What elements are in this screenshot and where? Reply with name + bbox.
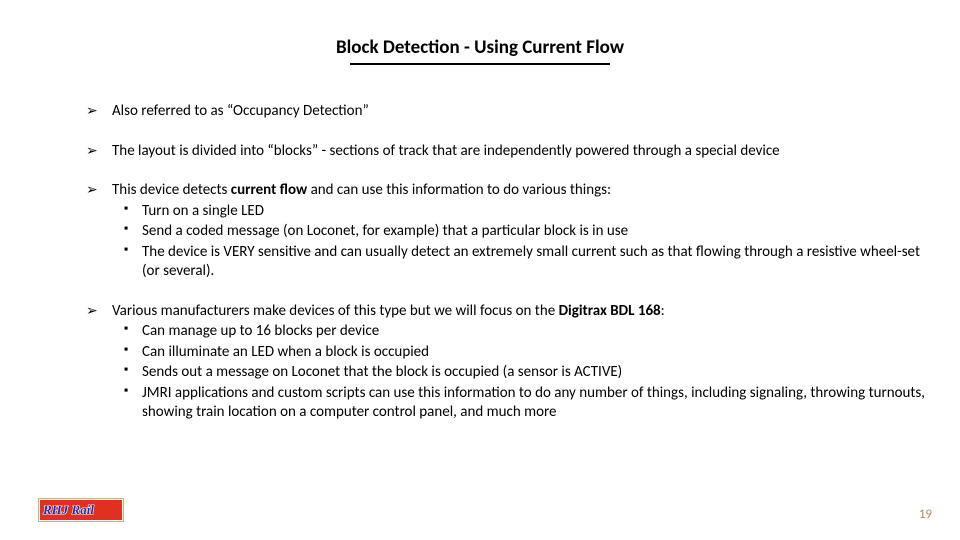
slide: Block Detection - Using Current Flow Als… [0, 0, 960, 540]
bullet-4-bold: Digitrax BDL 168 [559, 302, 661, 320]
title-underline [350, 63, 610, 65]
bullet-4-pre: Various manufacturers make devices of th… [112, 302, 559, 320]
bullet-4-sub-2-text: Can illuminate an LED when a block is oc… [142, 343, 429, 361]
bullet-3: This device detects current flow and can… [86, 181, 930, 201]
bullet-3-sub-2-text: Send a coded message (on Loconet, for ex… [142, 222, 628, 240]
bullet-1: Also referred to as “Occupancy Detection… [86, 102, 930, 122]
bullet-3-sub-1: Turn on a single LED [86, 202, 930, 222]
bullet-4-group: Various manufacturers make devices of th… [86, 302, 930, 423]
logo-border: RHJ Rail [38, 498, 124, 522]
bullet-3-sub-3: The device is VERY sensitive and can usu… [86, 243, 930, 282]
bullet-4-sub-4: JMRI applications and custom scripts can… [86, 384, 930, 423]
bullet-3-sub-2: Send a coded message (on Loconet, for ex… [86, 222, 930, 242]
bullet-4-post: : [661, 302, 665, 320]
bullet-4-sub-3: Sends out a message on Loconet that the … [86, 363, 930, 383]
logo-background: RHJ Rail [40, 500, 122, 520]
bullet-4: Various manufacturers make devices of th… [86, 302, 930, 322]
bullet-2: The layout is divided into “blocks” - se… [86, 142, 930, 162]
page-number: 19 [919, 507, 932, 522]
bullet-2-text: The layout is divided into “blocks” - se… [112, 142, 780, 160]
logo: RHJ Rail [38, 498, 124, 522]
logo-text: RHJ Rail [43, 502, 94, 518]
bullet-3-sub-1-text: Turn on a single LED [142, 202, 264, 220]
bullet-3-bold: current flow [231, 181, 307, 199]
bullet-4-sub-2: Can illuminate an LED when a block is oc… [86, 343, 930, 363]
slide-title: Block Detection - Using Current Flow [0, 36, 960, 59]
bullet-4-sub-4-text: JMRI applications and custom scripts can… [142, 384, 925, 422]
bullet-4-sub-1-text: Can manage up to 16 blocks per device [142, 322, 379, 340]
bullet-3-post: and can use this information to do vario… [307, 181, 611, 199]
bullet-3-group: This device detects current flow and can… [86, 181, 930, 282]
bullet-4-sub-3-text: Sends out a message on Loconet that the … [142, 363, 622, 381]
bullet-1-text: Also referred to as “Occupancy Detection… [112, 102, 369, 120]
bullet-4-sub-1: Can manage up to 16 blocks per device [86, 322, 930, 342]
bullet-3-pre: This device detects [112, 181, 231, 199]
bullet-3-sub-3-text: The device is VERY sensitive and can usu… [142, 243, 920, 281]
content-area: Also referred to as “Occupancy Detection… [86, 102, 930, 443]
